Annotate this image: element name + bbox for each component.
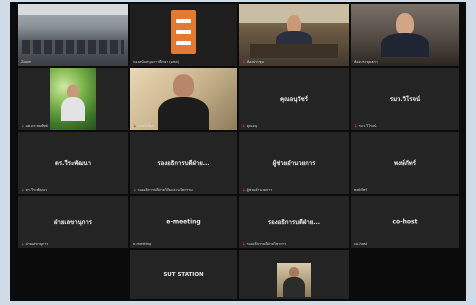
participant-tile[interactable]: คุณอนุวัชร์ ⏚คุณอนุ (239, 68, 349, 130)
org-logo-icon (170, 10, 197, 54)
zoom-gallery-view: Zoom กองสนับสนุนการศึกษา (มทส) ⏚ห้องประช… (10, 2, 466, 301)
participant-name: co-host (392, 218, 418, 226)
person-head (172, 74, 195, 97)
participant-label: ⏚ห้องประชุม (242, 60, 264, 64)
participant-label: ⏚ดร.วีระพัฒนา (21, 188, 47, 192)
participant-video (277, 263, 311, 297)
participant-label: e-meeting (133, 242, 152, 246)
participant-label: ⏚รมว.วิโรจน์ (354, 124, 377, 128)
participant-video (130, 68, 237, 130)
participant-name: e-meeting (166, 218, 201, 226)
participant-tile[interactable]: e-meeting e-meeting (130, 196, 237, 248)
person-body (381, 32, 429, 58)
participant-tile[interactable] (239, 250, 349, 299)
participant-name: รมว.วิโรจน์ (389, 96, 421, 103)
participant-label: ⏚คุณอนุ (242, 124, 257, 128)
participant-tile[interactable]: co-host co-host (351, 196, 459, 248)
person-head (67, 85, 79, 98)
participant-name: คุณอนุวัชร์ (280, 96, 308, 103)
person-body (283, 277, 305, 297)
participant-label: Zoom (21, 60, 32, 64)
participant-name: รองอธิการบดีฝ่าย... (157, 160, 210, 167)
participant-name: ผู้ช่วยอำนวยการ (272, 160, 316, 167)
participant-label: ⏚รองอธิการบดีฝ่ายวิชาการ (242, 242, 287, 246)
participant-label: co-host (354, 242, 368, 246)
participant-label: พงษ์ภัทร์ (354, 188, 368, 192)
participant-label: ⏚ผศ.ดร.ชยพัทธ์ (21, 124, 49, 128)
participant-tile-active-speaker[interactable]: ⏚ห้องประชุม (239, 4, 349, 66)
person-body (157, 96, 210, 130)
participant-name: รองอธิการบดีฝ่าย... (267, 219, 321, 226)
participant-name: ดร.วีระพัฒนา (54, 160, 92, 167)
participant-label: ⏚ฝ่ายเลขานุการ (21, 242, 49, 246)
participant-tile[interactable]: รมว.วิโรจน์ ⏚รมว.วิโรจน์ (351, 68, 459, 130)
participant-tile[interactable]: รองอธิการบดีฝ่าย... ⏚รองอธิการบดีฝ่ายวิช… (239, 196, 349, 248)
participant-tile[interactable]: รองอธิการบดีฝ่าย... ⏚รองอธิการบดีฝ่ายวิจ… (130, 132, 237, 194)
participant-video (18, 4, 128, 66)
participant-label: ⏚นายวิเชียร (133, 124, 154, 128)
participant-tile[interactable]: กองสนับสนุนการศึกษา (มทส) (130, 4, 237, 66)
participant-tile[interactable]: ผู้ช่วยอำนวยการ ⏚ผู้ช่วยอำนวยการ (239, 132, 349, 194)
participant-tile[interactable]: ⏚นายวิเชียร (130, 68, 237, 130)
participant-video (50, 68, 96, 130)
participant-tile[interactable]: ฝ่ายเลขานุการ ⏚ฝ่ายเลขานุการ (18, 196, 128, 248)
participant-video (351, 4, 459, 66)
participant-name: ฝ่ายเลขานุการ (54, 219, 92, 226)
participant-tile[interactable]: SUT STATION (130, 250, 237, 299)
participant-name: SUT STATION (163, 271, 204, 278)
participant-tile[interactable]: ห้องประชุมสภา (351, 4, 459, 66)
person-head (289, 267, 299, 278)
participant-video (130, 4, 237, 66)
participant-label: ⏚รองอธิการบดีฝ่ายวิจัยและนวัตกรรม (133, 188, 193, 192)
person-body (61, 96, 85, 122)
participant-label: ⏚ผู้ช่วยอำนวยการ (242, 188, 273, 192)
participant-tile[interactable]: Zoom (18, 4, 128, 66)
participant-label: กองสนับสนุนการศึกษา (มทส) (133, 60, 179, 64)
participant-label: ห้องประชุมสภา (354, 60, 378, 64)
participant-tile[interactable]: พงษ์ภัทร์ พงษ์ภัทร์ (351, 132, 459, 194)
participant-tile[interactable]: ดร.วีระพัฒนา ⏚ดร.วีระพัฒนา (18, 132, 128, 194)
participant-video (239, 4, 349, 66)
person-head (396, 12, 414, 35)
participant-tile[interactable]: ⏚ผศ.ดร.ชยพัทธ์ (18, 68, 128, 130)
participant-name: พงษ์ภัทร์ (394, 160, 416, 167)
